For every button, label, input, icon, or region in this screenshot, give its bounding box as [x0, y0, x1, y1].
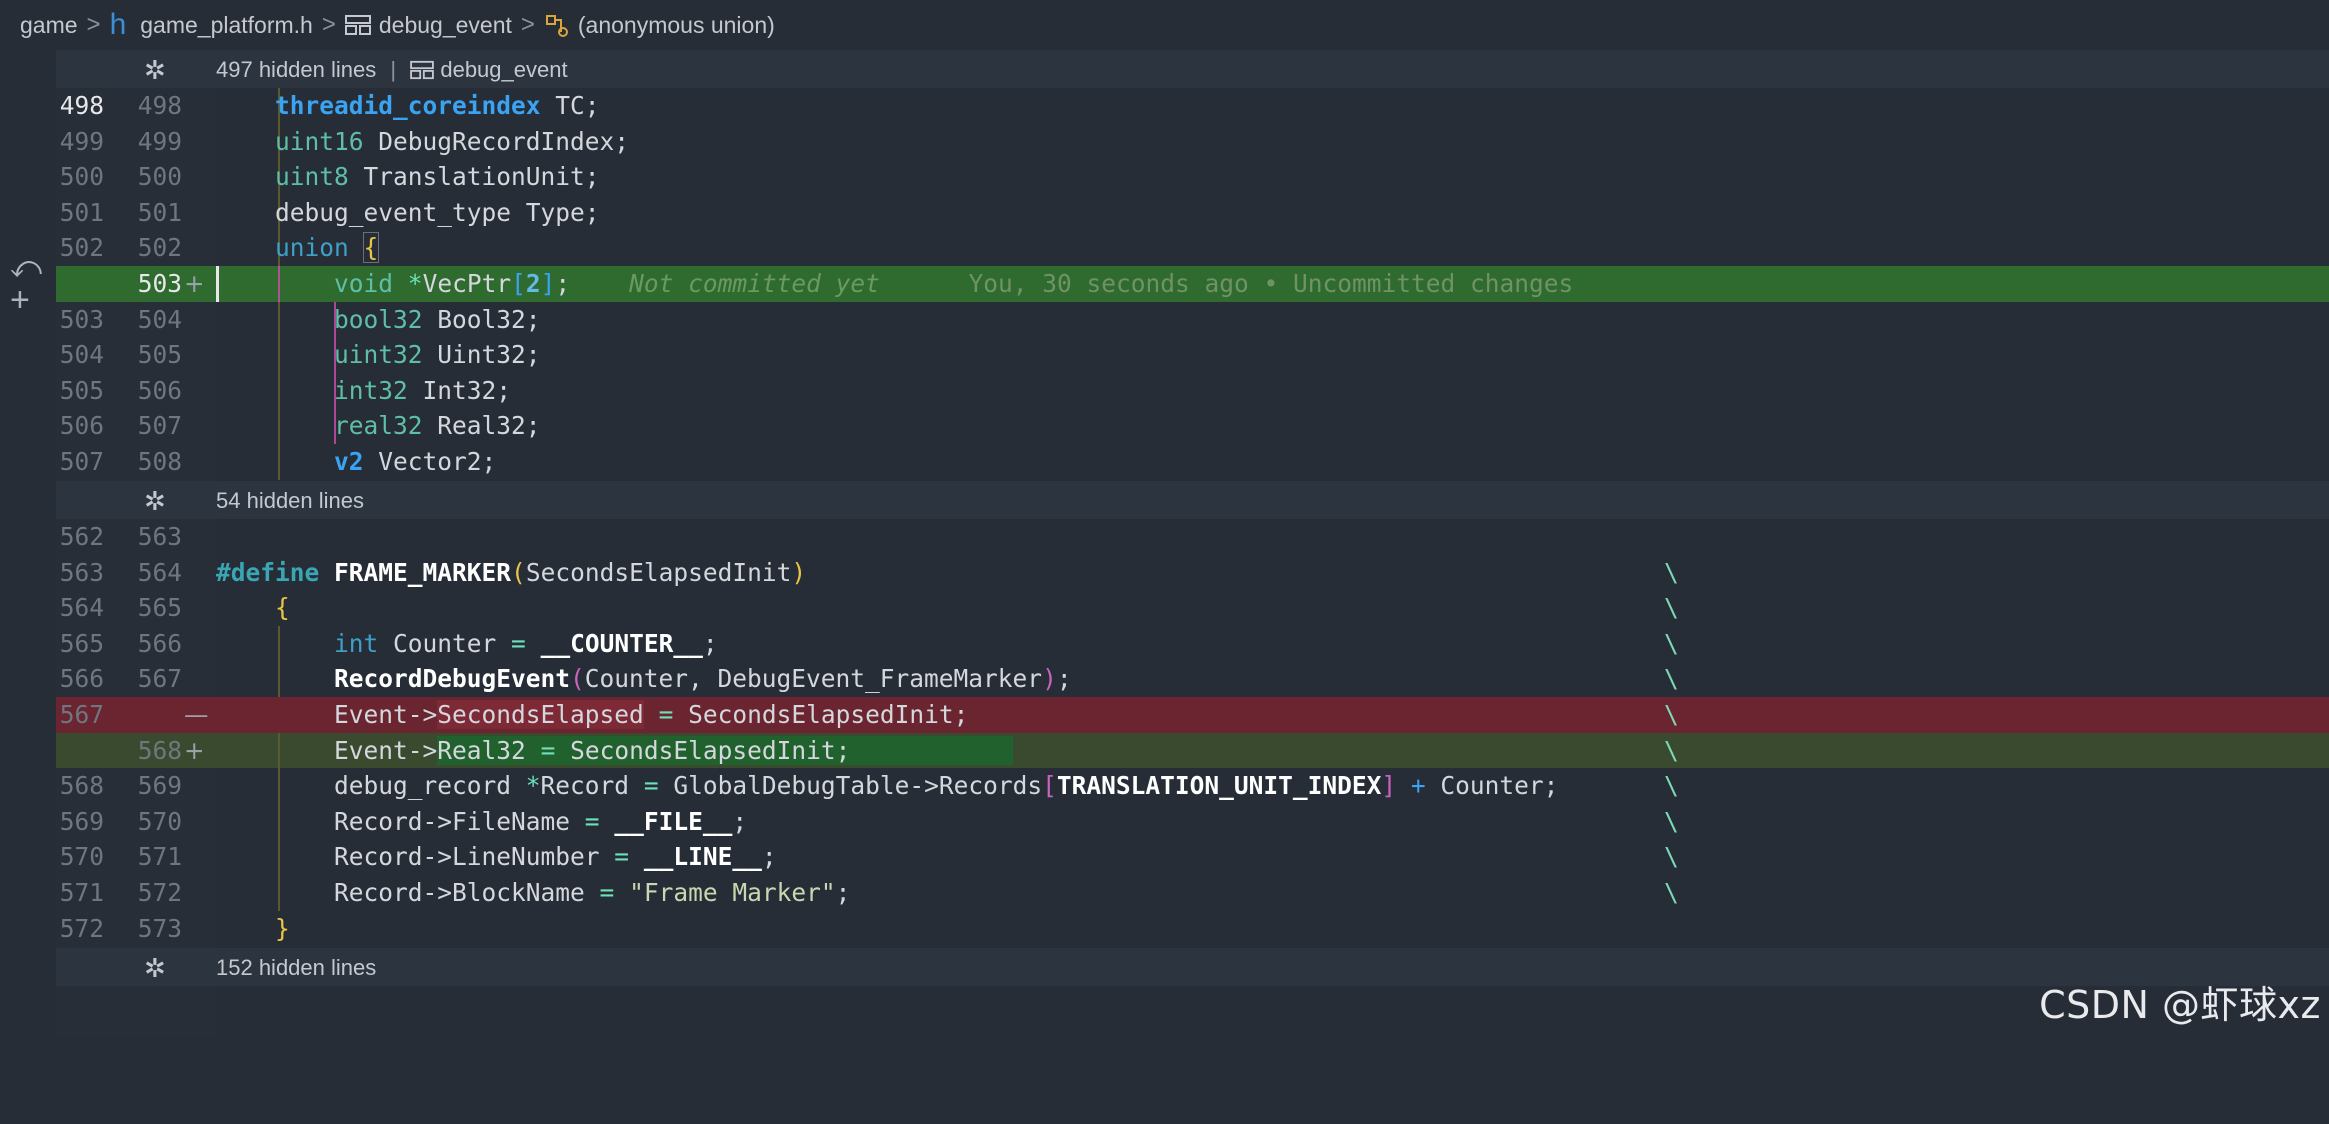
new-line-number: 498	[137, 91, 182, 120]
added-line[interactable]: 503 + void *VecPtr[2]; Not committed yet…	[56, 266, 2329, 302]
add-icon[interactable]: +	[10, 283, 30, 317]
code-line[interactable]: 564 565 { \	[56, 590, 2329, 626]
breadcrumb-item-union[interactable]: (anonymous union)	[544, 12, 775, 39]
code-line[interactable]: 569 570 Record->FileName = __FILE__; \	[56, 803, 2329, 840]
removed-line[interactable]: 567 — Event->SecondsElapsed = SecondsEla…	[56, 697, 2329, 733]
code-line[interactable]: 498 498 threadid_coreindex TC;	[56, 88, 2329, 124]
added-marker: +	[184, 735, 205, 765]
code-line[interactable]: 565 566 int Counter = __COUNTER__; \	[56, 625, 2329, 662]
chevron-right-icon: >	[86, 11, 101, 38]
code-line[interactable]: 502 502 union {	[56, 230, 2329, 266]
breadcrumb: game > h game_platform.h > debug_event >…	[0, 0, 2329, 50]
removed-marker: —	[184, 700, 209, 729]
header-file-icon: h	[109, 8, 127, 41]
unfold-icon[interactable]: ✲	[144, 953, 166, 984]
code-line[interactable]: 566 567 RecordDebugEvent(Counter, DebugE…	[56, 661, 2329, 697]
code-line[interactable]: 568 569 debug_record *Record = GlobalDeb…	[56, 768, 2329, 804]
unfold-icon[interactable]: ✲	[144, 486, 166, 517]
added-line[interactable]: 568 + Event->Real32 = SecondsElapsedInit…	[56, 732, 2329, 769]
code-line[interactable]: 500 500 uint8 TranslationUnit;	[56, 159, 2329, 195]
chevron-right-icon: >	[520, 11, 535, 38]
code-line[interactable]: 503 504 bool32 Bool32;	[56, 301, 2329, 338]
watermark: CSDN @虾球xz	[2039, 983, 2321, 1027]
chevron-right-icon: >	[321, 11, 336, 38]
code-line[interactable]: 572 573 }	[56, 911, 2329, 947]
revert-icon[interactable]: ⤺	[10, 253, 42, 283]
code-line[interactable]: 499 499 uint16 DebugRecordIndex;	[56, 123, 2329, 160]
code-line[interactable]: 504 505 uint32 Uint32;	[56, 337, 2329, 373]
hidden-lines-bar[interactable]: ✲ 54 hidden lines	[56, 481, 2329, 519]
breadcrumb-item-file[interactable]: h game_platform.h	[110, 10, 313, 40]
inline-blame-detail: You, 30 seconds ago • Uncommitted change…	[968, 269, 1574, 298]
struct-icon	[344, 14, 371, 36]
code-line[interactable]: 505 506 int32 Int32;	[56, 372, 2329, 409]
code-line[interactable]: 506 507 real32 Real32;	[56, 408, 2329, 444]
added-marker: +	[184, 269, 205, 298]
code-line[interactable]: 501 501 debug_event_type Type;	[56, 194, 2329, 231]
diff-action-strip: ⤺ +	[0, 50, 56, 1037]
breadcrumb-item-folder[interactable]: game	[20, 12, 78, 39]
code-line[interactable]: 562 563	[56, 519, 2329, 555]
code-line[interactable]: 570 571 Record->LineNumber = __LINE__; \	[56, 839, 2329, 875]
old-line-number: 498	[59, 91, 104, 120]
hidden-lines-bar[interactable]: ✲ 152 hidden lines	[56, 948, 2329, 986]
struct-icon	[410, 60, 435, 80]
breadcrumb-item-struct[interactable]: debug_event	[344, 12, 512, 39]
code-line[interactable]: 507 508 v2 Vector2;	[56, 444, 2329, 480]
code-line[interactable]: 571 572 Record->BlockName = "Frame Marke…	[56, 875, 2329, 911]
union-icon	[544, 13, 570, 37]
hidden-lines-bar[interactable]: ✲ 497 hidden lines | debug_event	[56, 50, 2329, 88]
unfold-icon[interactable]: ✲	[144, 55, 166, 86]
diff-editor[interactable]: ✲ 497 hidden lines | debug_event 498 498…	[56, 50, 2329, 1037]
inline-blame: Not committed yet	[629, 269, 880, 298]
code-line[interactable]: 563 564 #define FRAME_MARKER(SecondsElap…	[56, 555, 2329, 591]
